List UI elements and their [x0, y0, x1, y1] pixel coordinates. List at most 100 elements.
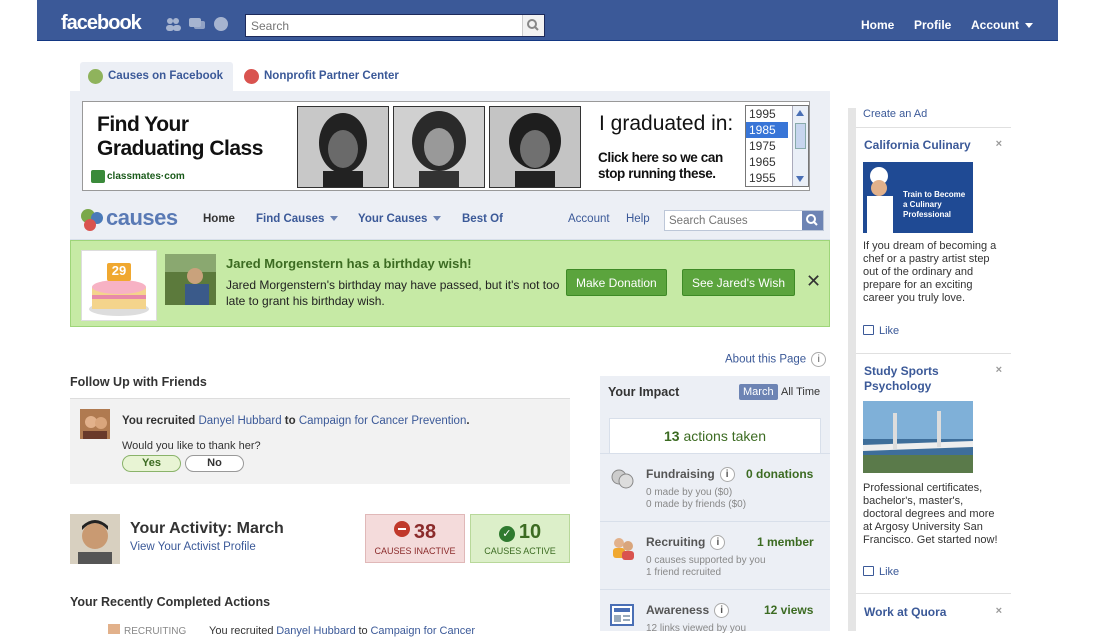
sidebar-divider	[848, 108, 856, 631]
impact-awareness-row: Awareness i 12 views 12 links viewed by y…	[600, 589, 830, 634]
actions-taken-box: 13 actions taken	[609, 418, 821, 454]
impact-tab-march[interactable]: March	[739, 384, 778, 400]
active-label: CAUSES ACTIVE	[484, 546, 556, 556]
year-listbox[interactable]: 1995 1985 1975 1965 1955	[745, 105, 809, 187]
recent-cause-link[interactable]: Campaign for Cancer	[370, 625, 475, 637]
tab-label: Causes on Facebook	[108, 70, 224, 82]
search-input[interactable]	[246, 15, 522, 36]
causes-nav-find-causes[interactable]: Find Causes	[256, 213, 339, 225]
ad-title[interactable]: Work at Quora	[864, 605, 946, 620]
ad-text: Professional certificates, bachelor's, m…	[863, 482, 998, 546]
fundraising-label: Fundraising i	[646, 467, 735, 483]
classmate-photo-1	[297, 106, 389, 188]
messages-icon[interactable]	[189, 17, 205, 31]
tab-nonprofit-partner-center[interactable]: Nonprofit Partner Center	[236, 62, 409, 91]
notifications-globe-icon[interactable]	[213, 17, 229, 31]
causes-nav-account[interactable]: Account	[568, 213, 610, 225]
nav-label: Your Causes	[358, 213, 428, 225]
scroll-up-icon[interactable]	[796, 110, 804, 116]
fundraising-line-1: 0 made by you ($0)	[646, 487, 733, 498]
causes-search-input[interactable]	[665, 211, 800, 230]
like-button[interactable]: Like	[863, 566, 899, 578]
birthday-title[interactable]: Jared Morgenstern has a birthday wish!	[226, 256, 472, 271]
info-icon[interactable]: i	[710, 535, 726, 551]
causes-nav-best-of[interactable]: Best Of	[462, 213, 503, 225]
ad-image-chef[interactable]: Train to Become a Culinary Professional	[863, 162, 973, 233]
awareness-value: 12 views	[764, 603, 814, 617]
nav-label: Find Causes	[256, 213, 325, 225]
danyel-avatar[interactable]	[80, 409, 110, 439]
classmates-logo: classmates·com	[91, 170, 185, 184]
causes-nav: causes Home Find Causes Your Causes Best…	[70, 196, 830, 240]
ad-text: If you dream of becoming a chef or a pas…	[863, 240, 997, 304]
causes-inactive-stat[interactable]: 38 CAUSES INACTIVE	[365, 514, 465, 563]
causes-nav-home[interactable]: Home	[203, 213, 235, 225]
about-page-link[interactable]: About this Page i	[725, 352, 827, 367]
recruiting-line-2: 1 friend recruited	[646, 567, 722, 578]
ad-study-sports-psychology[interactable]: Study Sports Psychology × Professional c…	[856, 353, 1011, 593]
yes-button[interactable]: Yes	[122, 455, 181, 472]
birthday-wish-banner: 29 Jared Morgenstern has a birthday wish…	[70, 240, 830, 327]
about-label: About this Page	[725, 353, 807, 366]
no-button[interactable]: No	[185, 455, 244, 472]
ad-california-culinary[interactable]: California Culinary × Train to Become a …	[856, 127, 1011, 353]
tab-causes-on-facebook[interactable]: Causes on Facebook	[80, 62, 234, 91]
causes-search-box	[664, 210, 824, 231]
chevron-down-icon	[1025, 23, 1033, 29]
info-icon[interactable]: i	[714, 603, 730, 619]
inactive-count: 38	[413, 521, 437, 543]
actions-label: actions taken	[683, 428, 766, 444]
classmates-banner-ad[interactable]: Find Your Graduating Class classmates·co…	[82, 101, 810, 191]
nav-profile[interactable]: Profile	[914, 18, 951, 32]
ad-title[interactable]: California Culinary	[864, 138, 971, 153]
close-icon[interactable]: ×	[996, 605, 1002, 617]
jared-photo[interactable]	[165, 254, 216, 305]
period-text: .	[466, 415, 470, 427]
recent-to: to	[358, 625, 368, 637]
recent-person-link[interactable]: Danyel Hubbard	[276, 625, 356, 637]
banner-cta[interactable]: Click here so we can stop running these.	[598, 150, 740, 182]
listbox-scrollbar[interactable]	[792, 106, 808, 186]
like-label: Like	[879, 566, 900, 578]
year-option-selected[interactable]: 1985	[746, 122, 788, 138]
scroll-down-icon[interactable]	[796, 176, 804, 182]
ad-image-bridge[interactable]	[863, 401, 973, 473]
create-ad-link[interactable]: Create an Ad	[863, 108, 927, 120]
make-donation-button[interactable]: Make Donation	[566, 269, 667, 296]
user-avatar[interactable]	[70, 514, 120, 564]
banner-headline: Find Your Graduating Class	[97, 113, 263, 160]
activity-title: Your Activity: March	[130, 520, 284, 537]
causes-search-button[interactable]	[802, 211, 823, 230]
close-icon[interactable]: ✕	[806, 271, 821, 292]
info-icon[interactable]: i	[719, 467, 735, 483]
impact-tab-all-time[interactable]: All Time	[781, 386, 820, 398]
nav-home[interactable]: Home	[861, 18, 894, 32]
nonprofit-heart-icon	[244, 69, 259, 84]
recent-text: You recruited	[209, 625, 274, 637]
facebook-logo[interactable]: facebook	[61, 12, 142, 35]
close-icon[interactable]: ×	[996, 364, 1002, 376]
friend-requests-icon[interactable]	[165, 17, 181, 31]
search-button[interactable]	[522, 15, 544, 36]
activist-profile-link[interactable]: View Your Activist Profile	[130, 541, 256, 553]
ad-work-at-quora[interactable]: Work at Quora ×	[856, 593, 1011, 631]
like-button[interactable]: Like	[863, 325, 899, 337]
causes-nav-your-causes[interactable]: Your Causes	[358, 213, 442, 225]
thank-question: Would you like to thank her?	[122, 440, 261, 452]
like-label: Like	[879, 325, 900, 337]
close-icon[interactable]: ×	[996, 138, 1002, 150]
see-wish-button[interactable]: See Jared's Wish	[682, 269, 795, 296]
nav-account[interactable]: Account	[971, 18, 1033, 32]
info-icon: i	[811, 352, 827, 367]
causes-active-stat[interactable]: ✓ 10 CAUSES ACTIVE	[470, 514, 570, 563]
ad-title[interactable]: Study Sports Psychology	[864, 364, 964, 394]
thumbs-up-icon	[863, 566, 874, 576]
causes-nav-help[interactable]: Help	[626, 213, 650, 225]
recent-actions-heading: Your Recently Completed Actions	[70, 595, 271, 609]
person-link[interactable]: Danyel Hubbard	[198, 415, 281, 427]
top-bar: facebook Home Profile Account	[37, 0, 1058, 41]
impact-fundraising-row: Fundraising i 0 donations 0 made by you (…	[600, 453, 830, 521]
cause-link[interactable]: Campaign for Cancer Prevention	[299, 415, 466, 427]
scroll-thumb[interactable]	[795, 123, 806, 149]
minus-circle-icon	[393, 521, 410, 537]
